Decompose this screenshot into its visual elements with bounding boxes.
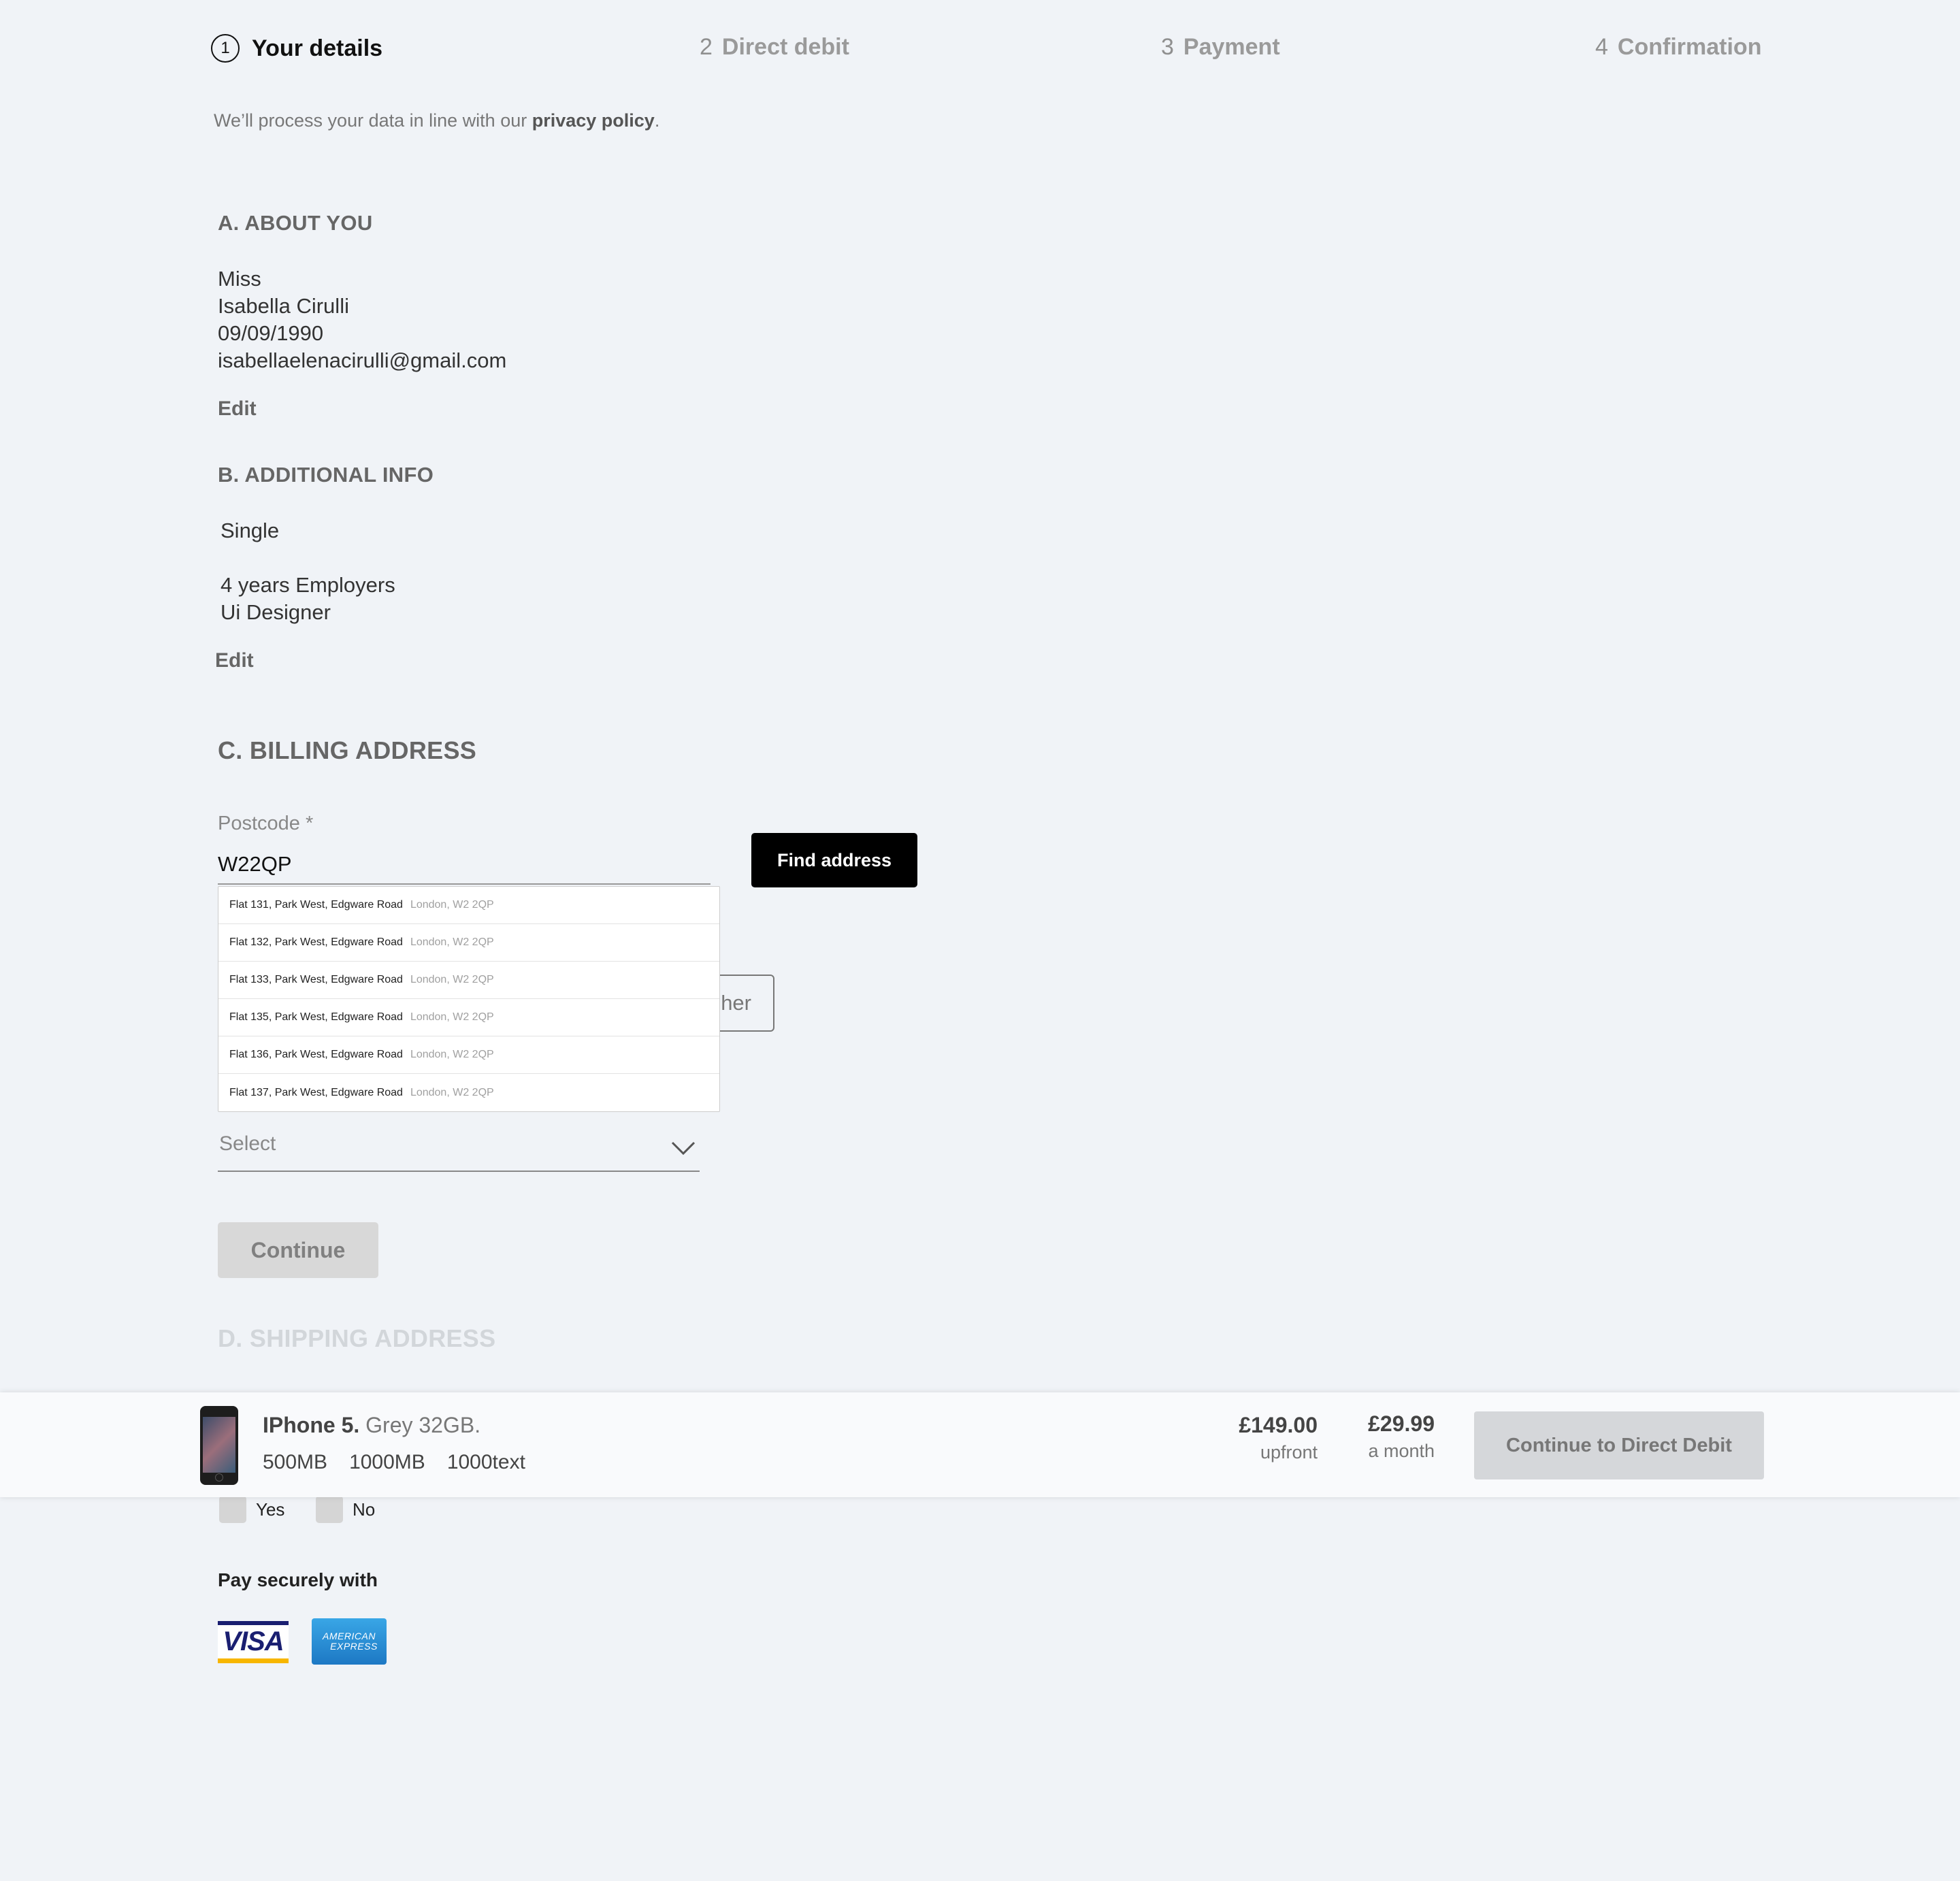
suggestion-address: Flat 136, Park West, Edgware Road [229, 1049, 403, 1060]
phone-home-button [215, 1473, 223, 1482]
privacy-text: We’ll process your data in line with our [214, 110, 532, 131]
shipping-option-yes[interactable]: Yes [219, 1496, 284, 1523]
suggestion-city: London, W2 2QP [410, 974, 494, 985]
american-express-logo: AMERICAN EXPRESS [312, 1618, 387, 1665]
upfront-amount: £149.00 [1239, 1413, 1318, 1437]
select-placeholder: Select [219, 1132, 276, 1155]
about-you-heading: A. ABOUT YOU [218, 211, 373, 235]
order-summary-bar: IPhone 5. Grey 32GB. 500MB 1000MB 1000te… [0, 1392, 1960, 1497]
step-direct-debit[interactable]: 2 Direct debit [700, 34, 849, 61]
shipping-address-heading: D. SHIPPING ADDRESS [218, 1324, 496, 1352]
marital-status: Single [220, 519, 280, 542]
address-suggestion[interactable]: Flat 133, Park West, Edgware Road London,… [218, 962, 719, 999]
step-confirmation[interactable]: 4 Confirmation [1595, 34, 1761, 61]
product-title: IPhone 5. Grey 32GB. [263, 1413, 480, 1438]
no-label: No [353, 1499, 376, 1520]
about-title: Miss [218, 267, 261, 291]
visa-logo: VISA [218, 1621, 289, 1663]
product-variant: Grey 32GB. [359, 1413, 481, 1437]
phone-thumbnail [200, 1406, 238, 1485]
monthly-amount: £29.99 [1368, 1411, 1435, 1436]
additional-info-heading: B. ADDITIONAL INFO [218, 463, 434, 487]
suggestion-address: Flat 132, Park West, Edgware Road [229, 936, 403, 948]
address-select[interactable]: Select [218, 1127, 700, 1172]
postcode-input[interactable]: W22QP [218, 852, 292, 877]
phone-screen [203, 1417, 235, 1473]
spec-text: 1000text [446, 1451, 525, 1473]
find-address-button[interactable]: Find address [751, 833, 917, 887]
address-suggestions-dropdown: Flat 131, Park West, Edgware Road London,… [218, 886, 720, 1112]
about-dob: 09/09/1990 [218, 321, 324, 345]
spec-data: 500MB [263, 1451, 328, 1473]
suggestion-city: London, W2 2QP [410, 1086, 494, 1098]
monthly-label: a month [1368, 1441, 1435, 1461]
no-checkbox[interactable] [316, 1496, 343, 1523]
suggestion-address: Flat 137, Park West, Edgware Road [229, 1086, 403, 1098]
suggestion-city: London, W2 2QP [410, 1011, 494, 1023]
step-label: Your details [252, 35, 383, 61]
edit-about-link[interactable]: Edit [218, 397, 257, 421]
edit-additional-link[interactable]: Edit [215, 649, 254, 672]
postcode-underline [218, 883, 710, 885]
about-name: Isabella Cirulli [218, 294, 349, 318]
about-email: isabellaelenacirulli@gmail.com [218, 348, 507, 372]
upfront-label: upfront [1260, 1442, 1318, 1462]
continue-to-direct-debit-button[interactable]: Continue to Direct Debit [1474, 1411, 1764, 1479]
step-payment[interactable]: 3 Payment [1161, 34, 1280, 61]
job-title: Ui Designer [220, 600, 331, 624]
step-your-details[interactable]: 1 Your details [211, 34, 382, 63]
step-label: Direct debit [721, 34, 849, 60]
step-number-2: 2 [700, 34, 713, 60]
address-suggestion[interactable]: Flat 135, Park West, Edgware Road London,… [218, 999, 719, 1036]
amex-line2: EXPRESS [330, 1641, 378, 1652]
suggestion-address: Flat 131, Park West, Edgware Road [229, 899, 403, 911]
address-suggestion[interactable]: Flat 131, Park West, Edgware Road London,… [218, 887, 719, 924]
suggestion-city: London, W2 2QP [410, 899, 494, 911]
privacy-suffix: . [654, 110, 660, 131]
suggestion-address: Flat 135, Park West, Edgware Road [229, 1011, 403, 1023]
step-number-4: 4 [1595, 34, 1608, 60]
address-suggestion[interactable]: Flat 136, Park West, Edgware Road London,… [218, 1036, 719, 1074]
chevron-down-icon [671, 1141, 696, 1156]
visa-text: VISA [223, 1626, 284, 1656]
suggestion-address: Flat 133, Park West, Edgware Road [229, 974, 403, 985]
suggestion-city: London, W2 2QP [410, 1049, 494, 1060]
address-suggestion[interactable]: Flat 132, Park West, Edgware Road London,… [218, 924, 719, 962]
continue-button[interactable]: Continue [218, 1222, 378, 1278]
shipping-option-no[interactable]: No [316, 1496, 375, 1523]
step-number-1: 1 [211, 34, 240, 63]
step-label: Payment [1183, 34, 1280, 60]
amex-line1: AMERICAN [323, 1631, 376, 1641]
step-label: Confirmation [1617, 34, 1762, 60]
address-suggestion[interactable]: Flat 137, Park West, Edgware Road London,… [218, 1074, 719, 1111]
privacy-notice: We’ll process your data in line with our… [214, 110, 659, 131]
product-specs: 500MB 1000MB 1000text [263, 1451, 525, 1474]
monthly-price: £29.99 a month [1348, 1411, 1435, 1462]
billing-address-heading: C. BILLING ADDRESS [218, 736, 477, 764]
privacy-policy-link[interactable]: privacy policy [532, 110, 655, 131]
yes-checkbox[interactable] [219, 1496, 246, 1523]
yes-label: Yes [256, 1499, 285, 1520]
postcode-label: Postcode * [218, 813, 314, 834]
product-name: IPhone 5. [263, 1413, 360, 1437]
suggestion-city: London, W2 2QP [410, 936, 494, 948]
other-address-label: her [721, 991, 751, 1015]
step-number-3: 3 [1161, 34, 1174, 60]
pay-securely-title: Pay securely with [218, 1569, 378, 1590]
upfront-price: £149.00 upfront [1211, 1413, 1318, 1463]
employment-duration: 4 years Employers [220, 573, 395, 597]
spec-minutes: 1000MB [349, 1451, 425, 1473]
